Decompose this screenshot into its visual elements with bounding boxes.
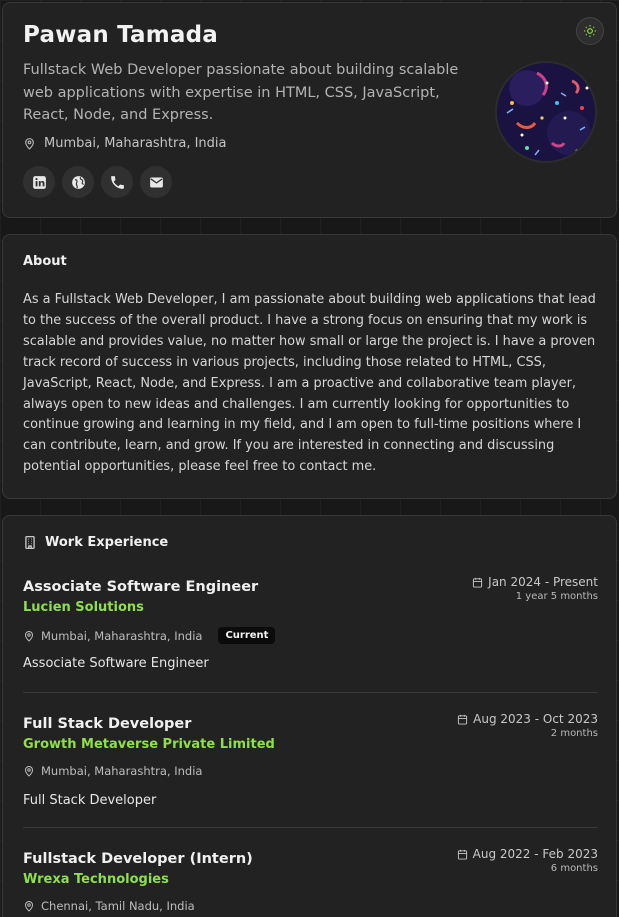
about-title: About xyxy=(23,254,67,269)
company-name[interactable]: Wrexa Technologies xyxy=(23,872,169,887)
job-location: Mumbai, Maharashtra, India Current xyxy=(23,627,276,644)
profile-location-text: Mumbai, Maharashtra, India xyxy=(44,136,227,151)
job-dates: Jan 2024 - Present xyxy=(472,575,598,589)
globe-icon xyxy=(71,175,85,189)
work-experience-header: Work Experience xyxy=(23,535,168,550)
job-duration: 6 months xyxy=(550,863,598,874)
job-duration: 1 year 5 months xyxy=(515,591,598,602)
job-duration: 2 months xyxy=(550,728,598,739)
job-location-text: Chennai, Tamil Nadu, India xyxy=(41,899,195,913)
job-item: Fullstack Developer (Intern) Wrexa Techn… xyxy=(23,847,598,917)
job-dates-text: Jan 2024 - Present xyxy=(488,575,598,589)
job-item: Full Stack Developer Growth Metaverse Pr… xyxy=(23,712,598,816)
phone-icon xyxy=(110,175,124,189)
job-description: Full Stack Developer xyxy=(23,793,157,808)
job-location: Mumbai, Maharashtra, India xyxy=(23,764,202,778)
job-location-text: Mumbai, Maharashtra, India xyxy=(41,628,203,643)
job-title: Full Stack Developer xyxy=(23,716,192,732)
profile-tagline: Fullstack Web Developer passionate about… xyxy=(23,62,459,123)
job-item: Associate Software Engineer Lucien Solut… xyxy=(23,575,598,679)
job-location: Chennai, Tamil Nadu, India xyxy=(23,899,195,913)
current-badge: Current xyxy=(218,627,276,644)
theme-toggle-button[interactable] xyxy=(576,17,604,45)
company-name[interactable]: Lucien Solutions xyxy=(23,600,144,615)
calendar-icon xyxy=(457,849,467,860)
map-pin-icon xyxy=(24,630,34,642)
sun-icon xyxy=(584,25,596,37)
company-name[interactable]: Growth Metaverse Private Limited xyxy=(23,737,275,752)
profile-location: Mumbai, Maharashtra, India xyxy=(23,136,227,151)
about-text: As a Fullstack Web Developer, I am passi… xyxy=(23,292,596,475)
job-title: Fullstack Developer (Intern) xyxy=(23,851,253,867)
social-links xyxy=(23,166,172,198)
job-dates: Aug 2023 - Oct 2023 xyxy=(457,712,598,726)
website-button[interactable] xyxy=(62,166,94,198)
job-dates-text: Aug 2023 - Oct 2023 xyxy=(473,712,598,726)
divider xyxy=(23,827,598,828)
about-card: About As a Fullstack Web Developer, I am… xyxy=(2,234,617,499)
avatar xyxy=(495,61,597,163)
job-dates-text: Aug 2022 - Feb 2023 xyxy=(472,847,598,861)
job-title: Associate Software Engineer xyxy=(23,579,259,595)
profile-card: Pawan Tamada Fullstack Web Developer pas… xyxy=(2,2,617,218)
profile-name: Pawan Tamada xyxy=(23,22,219,48)
job-description: Associate Software Engineer xyxy=(23,656,209,671)
calendar-icon xyxy=(473,577,483,588)
calendar-icon xyxy=(458,714,468,725)
job-dates: Aug 2022 - Feb 2023 xyxy=(457,847,598,861)
work-experience-title: Work Experience xyxy=(45,535,169,550)
work-experience-card: Work Experience Associate Software Engin… xyxy=(2,515,617,917)
mail-icon xyxy=(149,177,163,187)
divider xyxy=(23,692,598,693)
linkedin-button[interactable] xyxy=(23,166,55,198)
map-pin-icon xyxy=(25,138,34,150)
map-pin-icon xyxy=(24,766,34,777)
phone-button[interactable] xyxy=(101,166,133,198)
map-pin-icon xyxy=(24,901,34,912)
building-icon xyxy=(25,536,35,549)
linkedin-icon xyxy=(32,175,46,189)
job-location-text: Mumbai, Maharashtra, India xyxy=(41,764,203,778)
email-button[interactable] xyxy=(140,166,172,198)
